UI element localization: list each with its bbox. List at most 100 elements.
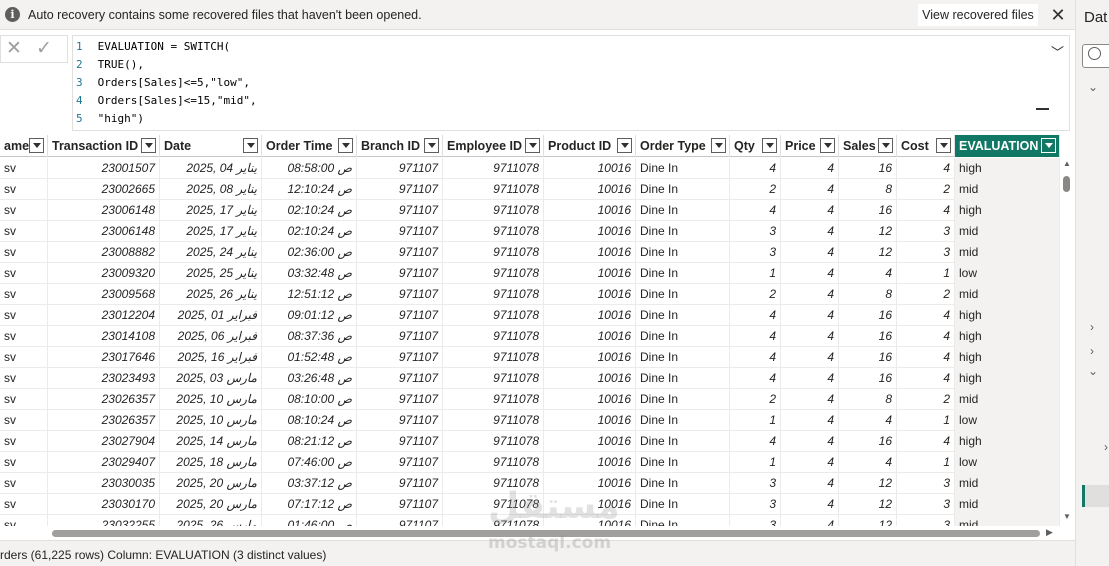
column-header[interactable]: Price (781, 135, 839, 157)
table-cell: 1 (897, 263, 955, 284)
table-cell: 971107 (357, 515, 443, 526)
table-cell: 8 (839, 284, 897, 305)
table-row[interactable]: sv 23006148 يناير 17 ,2025 02:10:24 ص 971107… (0, 221, 1060, 242)
table-row[interactable]: sv 23029407 مارس 18 ,2025 07:46:00 ص 971107 9… (0, 452, 1060, 473)
table-row[interactable]: sv 23009320 يناير 25 ,2025 03:32:48 ص 971107… (0, 263, 1060, 284)
table-cell: Dine In (636, 242, 730, 263)
column-header[interactable]: Qty (730, 135, 781, 157)
column-header[interactable]: Order Type (636, 135, 730, 157)
table-cell: 4 (730, 158, 781, 179)
table-cell: 4 (839, 263, 897, 284)
chevron-right-icon[interactable]: › (1090, 344, 1094, 358)
table-row[interactable]: sv 23012204 فبراير 01 ,2025 09:01:12 ص 97110… (0, 305, 1060, 326)
column-header[interactable]: EVALUATION (955, 135, 1060, 157)
table-cell: 4 (897, 431, 955, 452)
vertical-scroll-thumb[interactable] (1063, 176, 1070, 192)
data-pane: Dat ⌄ › › ⌄ › (1075, 0, 1109, 566)
scroll-down-icon[interactable]: ▼ (1063, 512, 1071, 521)
table-cell: 9711078 (443, 326, 544, 347)
table-row[interactable]: sv 23006148 يناير 17 ,2025 02:10:24 ص 971107… (0, 200, 1060, 221)
filter-dropdown-icon[interactable] (424, 138, 439, 153)
table-cell: مارس 18 ,2025 (160, 452, 262, 473)
filter-dropdown-icon[interactable] (762, 138, 777, 153)
filter-dropdown-icon[interactable] (29, 138, 44, 153)
table-row[interactable]: sv 23001507 يناير 04 ,2025 08:58:00 ص 971107… (0, 158, 1060, 179)
table-cell: 10016 (544, 326, 636, 347)
table-cell: 02:10:24 ص (262, 200, 357, 221)
selected-field-item[interactable] (1082, 485, 1109, 507)
chevron-right-icon[interactable]: › (1104, 440, 1108, 454)
table-row[interactable]: sv 23017646 فبراير 16 ,2025 01:52:48 ص 97110… (0, 347, 1060, 368)
column-header[interactable]: ame (0, 135, 48, 157)
table-row[interactable]: sv 23002665 يناير 08 ,2025 12:10:24 ص 971107… (0, 179, 1060, 200)
table-cell: high (955, 305, 1060, 326)
table-row[interactable]: sv 23026357 مارس 10 ,2025 08:10:00 ص 971107 9… (0, 389, 1060, 410)
filter-dropdown-icon[interactable] (878, 138, 893, 153)
table-row[interactable]: sv 23030035 مارس 20 ,2025 03:37:12 ص 971107 9… (0, 473, 1060, 494)
table-cell: 9711078 (443, 179, 544, 200)
column-header[interactable]: Date (160, 135, 262, 157)
filter-dropdown-icon[interactable] (617, 138, 632, 153)
formula-editor[interactable]: 1 EVALUATION = SWITCH( 2 TRUE(), 3 Order… (72, 35, 1070, 131)
table-cell: 9711078 (443, 494, 544, 515)
filter-dropdown-icon[interactable] (820, 138, 835, 153)
chevron-down-icon[interactable]: ﹀ (1051, 42, 1064, 61)
column-header[interactable]: Sales (839, 135, 897, 157)
table-cell: 23026357 (48, 410, 160, 431)
table-row[interactable]: sv 23014108 فبراير 06 ,2025 08:37:36 ص 97110… (0, 326, 1060, 347)
filter-dropdown-icon[interactable] (243, 138, 258, 153)
column-header[interactable]: Order Time (262, 135, 357, 157)
table-cell: يناير 04 ,2025 (160, 158, 262, 179)
filter-dropdown-icon[interactable] (936, 138, 951, 153)
column-header[interactable]: Branch ID (357, 135, 443, 157)
table-row[interactable]: sv 23008882 يناير 24 ,2025 02:36:00 ص 971107… (0, 242, 1060, 263)
chevron-down-icon[interactable]: ⌄ (1088, 364, 1098, 378)
column-header-label: Sales (843, 139, 876, 153)
table-cell: يناير 17 ,2025 (160, 221, 262, 242)
table-cell: 1 (730, 452, 781, 473)
chevron-right-icon[interactable]: › (1090, 320, 1094, 334)
table-cell: Dine In (636, 347, 730, 368)
horizontal-scrollbar[interactable]: ▶ (0, 526, 1060, 540)
filter-dropdown-icon[interactable] (338, 138, 353, 153)
column-header[interactable]: Product ID (544, 135, 636, 157)
column-header[interactable]: Transaction ID (48, 135, 160, 157)
filter-dropdown-icon[interactable] (711, 138, 726, 153)
filter-dropdown-icon[interactable] (525, 138, 540, 153)
close-icon[interactable]: ✕ (6, 37, 22, 60)
view-recovered-files-button[interactable]: View recovered files (917, 3, 1039, 27)
table-cell: sv (0, 326, 48, 347)
table-cell: sv (0, 452, 48, 473)
collapse-formula-icon[interactable] (1036, 108, 1049, 110)
info-icon: i (5, 7, 20, 22)
table-cell: 23027904 (48, 431, 160, 452)
table-row[interactable]: sv 23023493 مارس 03 ,2025 03:26:48 ص 971107 9… (0, 368, 1060, 389)
table-cell: 4 (781, 305, 839, 326)
scroll-right-icon[interactable]: ▶ (1046, 527, 1053, 538)
table-row[interactable]: sv 23032255 مارس 26 ,2025 01:46:00 ص 971107 9… (0, 515, 1060, 526)
chevron-down-icon[interactable]: ⌄ (1088, 80, 1098, 94)
table-row[interactable]: sv 23027904 مارس 14 ,2025 08:21:12 ص 971107 9… (0, 431, 1060, 452)
table-cell: مارس 14 ,2025 (160, 431, 262, 452)
table-cell: 10016 (544, 263, 636, 284)
filter-dropdown-icon[interactable] (1041, 138, 1056, 153)
table-cell: 971107 (357, 200, 443, 221)
close-icon[interactable]: ✕ (1048, 5, 1068, 25)
table-cell: 4 (781, 326, 839, 347)
table-row[interactable]: sv 23009568 يناير 26 ,2025 12:51:12 ص 971107… (0, 284, 1060, 305)
table-row[interactable]: sv 23026357 مارس 10 ,2025 08:10:24 ص 971107 9… (0, 410, 1060, 431)
horizontal-scroll-thumb[interactable] (52, 530, 1040, 537)
table-cell: 971107 (357, 452, 443, 473)
column-header[interactable]: Cost (897, 135, 955, 157)
table-cell: 01:52:48 ص (262, 347, 357, 368)
table-cell: high (955, 347, 1060, 368)
column-header[interactable]: Employee ID (443, 135, 544, 157)
table-cell: 971107 (357, 389, 443, 410)
filter-dropdown-icon[interactable] (141, 138, 156, 153)
table-cell: Dine In (636, 473, 730, 494)
vertical-scrollbar[interactable]: ▲ ▼ (1060, 157, 1074, 526)
checkmark-icon[interactable]: ✓ (36, 37, 52, 60)
table-cell: 9711078 (443, 410, 544, 431)
table-row[interactable]: sv 23030170 مارس 20 ,2025 07:17:12 ص 971107 9… (0, 494, 1060, 515)
scroll-up-icon[interactable]: ▲ (1063, 159, 1071, 168)
